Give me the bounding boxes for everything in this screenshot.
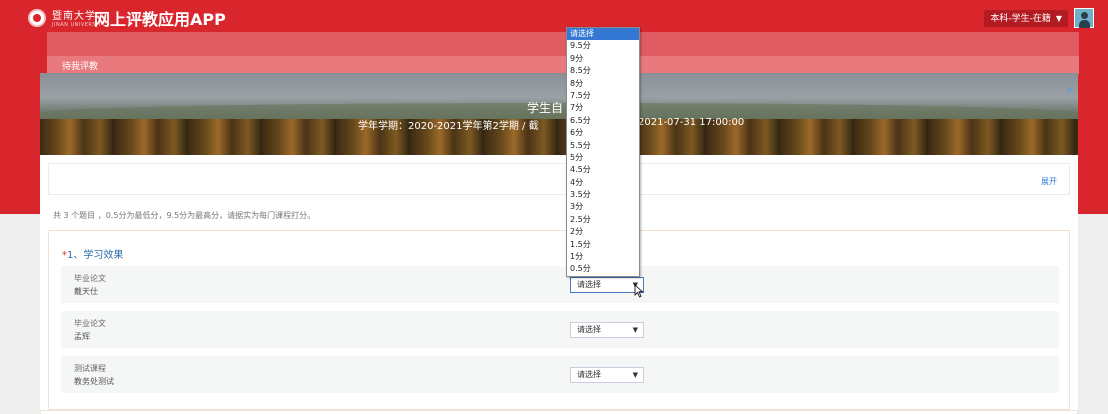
evaluation-modal: 学生自 学年学期：2020-2021学年第2学期 / 截 2021-07-31 …: [40, 73, 1078, 414]
section-title: *1、学习效果: [62, 246, 123, 261]
banner-title: 学生自: [527, 101, 564, 115]
score-select[interactable]: 请选择▼: [570, 277, 644, 293]
score-dropdown-list[interactable]: 请选择 9.5分 9分 8.5分 8分 7.5分 7分 6.5分 6分 5.5分…: [566, 27, 640, 277]
dropdown-option[interactable]: 3.5分: [567, 189, 639, 201]
dropdown-option[interactable]: 9.5分: [567, 40, 639, 52]
caret-down-icon: ▼: [632, 326, 638, 334]
dropdown-option[interactable]: 1分: [567, 251, 639, 263]
tab-strip: [47, 56, 1079, 74]
user-role-label: 本科-学生-在籍: [990, 14, 1051, 24]
score-select-value: 请选择: [577, 280, 601, 289]
course-name: 毕业论文: [74, 319, 106, 328]
user-role-dropdown[interactable]: 本科-学生-在籍 ▼: [984, 10, 1068, 27]
dropdown-option[interactable]: 7分: [567, 102, 639, 114]
banner: 学生自 学年学期：2020-2021学年第2学期 / 截 2021-07-31 …: [40, 73, 1078, 155]
top-bar: 暨南大学 JINAN UNIVERSITY 网上评教应用APP 本科-学生-在籍…: [0, 0, 1108, 36]
teacher-name: 戴天仕: [74, 287, 98, 296]
dropdown-option[interactable]: 8.5分: [567, 65, 639, 77]
banner-trees: [40, 119, 1078, 155]
dropdown-option[interactable]: 6.5分: [567, 115, 639, 127]
avatar[interactable]: [1074, 8, 1094, 28]
dropdown-option[interactable]: 3分: [567, 201, 639, 213]
university-logo-icon: [28, 9, 46, 27]
dropdown-option[interactable]: 5分: [567, 152, 639, 164]
table-row: 毕业论文 孟辉 请选择 ▼: [61, 311, 1059, 348]
question-section: *1、学习效果 毕业论文 戴天仕 请选择▼ 毕业论文 孟辉 请选择▼ 测试课程 …: [48, 230, 1070, 410]
dropdown-option[interactable]: 6分: [567, 127, 639, 139]
dropdown-option[interactable]: 4分: [567, 177, 639, 189]
university-name: 暨南大学: [52, 11, 96, 22]
score-select[interactable]: 请选择 ▼: [570, 322, 644, 338]
next-section-box: [40, 410, 1078, 414]
dropdown-option[interactable]: 2分: [567, 226, 639, 238]
section-title-text: 1、学习效果: [67, 250, 124, 261]
score-select-value: 请选择: [577, 325, 601, 334]
teacher-name: 教务处测试: [74, 377, 114, 386]
course-name: 测试课程: [74, 364, 106, 373]
nav-strip: [47, 32, 1079, 56]
dropdown-option[interactable]: 9分: [567, 53, 639, 65]
dropdown-option[interactable]: 8分: [567, 78, 639, 90]
dropdown-option[interactable]: 请选择: [567, 28, 639, 41]
caret-down-icon: ▼: [632, 371, 638, 379]
tab-pending-evaluation[interactable]: 待我评教: [62, 59, 98, 72]
expand-link[interactable]: 展开: [1041, 176, 1057, 187]
dropdown-option[interactable]: 0.5分: [567, 263, 639, 275]
close-icon[interactable]: ✕: [1065, 84, 1074, 97]
table-row: 毕业论文 戴天仕 请选择▼: [61, 266, 1059, 303]
course-name: 毕业论文: [74, 274, 106, 283]
mouse-cursor-icon: [634, 284, 644, 298]
teacher-name: 孟辉: [74, 332, 90, 341]
score-select-value: 请选择: [577, 370, 601, 379]
banner-term: 学年学期：2020-2021学年第2学期 / 截: [358, 121, 539, 132]
dropdown-option[interactable]: 7.5分: [567, 90, 639, 102]
dropdown-option[interactable]: 2.5分: [567, 214, 639, 226]
banner-deadline: 2021-07-31 17:00:00: [638, 117, 745, 128]
scoring-description: 共 3 个题目 ，0.5分为最低分，9.5分为最高分，请据实为每门课程打分。: [53, 211, 316, 220]
dropdown-option[interactable]: 1.5分: [567, 239, 639, 251]
collapse-panel: 展开: [48, 163, 1070, 195]
dropdown-option[interactable]: 5.5分: [567, 140, 639, 152]
app-title: 网上评教应用APP: [94, 10, 226, 29]
caret-down-icon: ▼: [1055, 14, 1062, 23]
dropdown-option[interactable]: 4.5分: [567, 164, 639, 176]
score-select[interactable]: 请选择 ▼: [570, 367, 644, 383]
table-row: 测试课程 教务处测试 请选择 ▼: [61, 356, 1059, 393]
